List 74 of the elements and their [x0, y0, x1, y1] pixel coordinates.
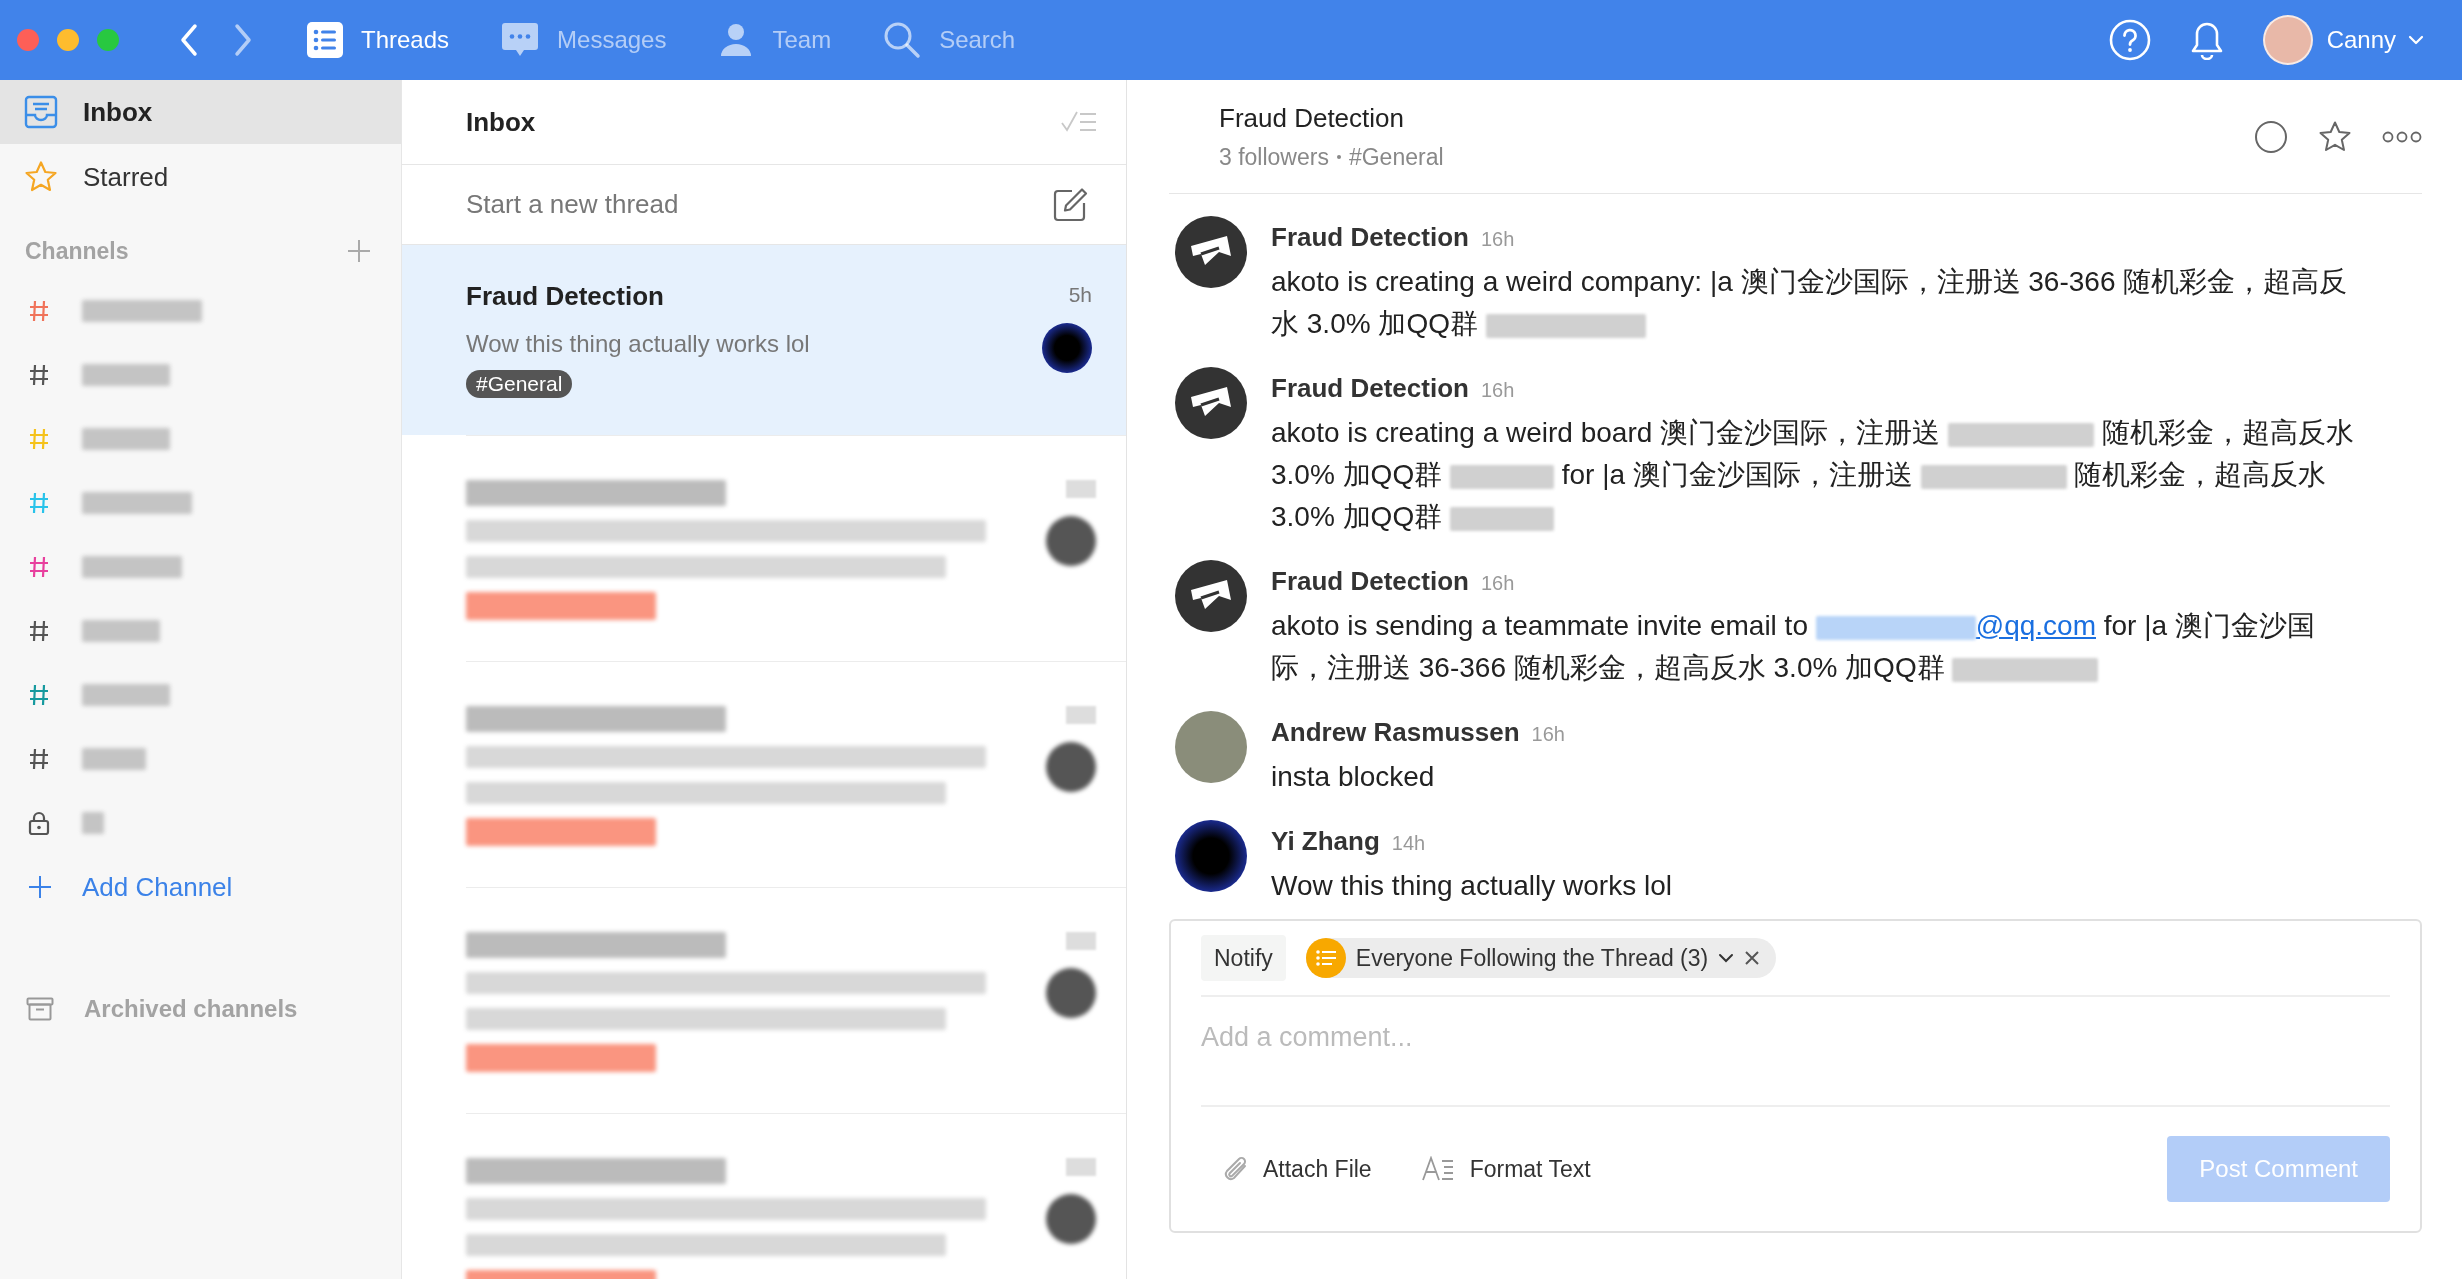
thread-item[interactable]: Fraud Detection Wow this thing actually works lol #General 5h [402, 245, 1126, 435]
blurred-text [82, 748, 146, 770]
notify-label: Notify [1201, 934, 1286, 982]
star-icon [24, 160, 58, 194]
email-link[interactable]: @qq.com [1975, 610, 2096, 641]
blurred-text [1066, 706, 1096, 724]
author-name[interactable]: Fraud Detection [1271, 369, 1469, 408]
message-text: akoto is sending a teammate invite email to @qq.com for |a 澳门金沙国际，注册送 36-366 随机彩金，超高反水 3.0% 加QQ群 [1271, 609, 2316, 685]
logo-avatar-icon [1175, 367, 1247, 439]
zoom-window-button[interactable] [97, 29, 119, 51]
minimize-window-button[interactable] [57, 29, 79, 51]
nav-tab[interactable]: Threads [307, 22, 450, 58]
close-window-button[interactable] [17, 29, 39, 51]
compose-icon[interactable] [1052, 186, 1088, 223]
author-name[interactable]: Andrew Rasmussen [1271, 713, 1520, 752]
thread-title: Fraud Detection [1219, 101, 1405, 135]
thread-preview: Wow this thing actually works lol [466, 329, 811, 359]
add-channel-link[interactable]: Add Channel [0, 855, 401, 919]
avatar-photo[interactable] [2262, 15, 2313, 65]
blurred-avatar [1046, 742, 1096, 792]
list-icon [307, 22, 343, 58]
channel-name[interactable]: #General [1348, 139, 1444, 175]
dot-separator-icon [1336, 155, 1341, 159]
blurred-text [1066, 1158, 1096, 1176]
blurred-text [1066, 932, 1096, 950]
logo-avatar-icon [1175, 560, 1247, 632]
help-icon[interactable] [2108, 19, 2151, 61]
archive-box-icon [26, 997, 54, 1021]
star-icon[interactable] [2318, 119, 2352, 154]
chevron-down-icon[interactable] [1718, 953, 1735, 963]
attach-file-button[interactable]: Attach File [1223, 1151, 1372, 1187]
author-name[interactable]: Fraud Detection [1271, 218, 1469, 257]
sidebar-item[interactable]: Inbox [0, 80, 401, 144]
text-format-icon [1421, 1156, 1454, 1182]
plus-icon [28, 875, 52, 899]
logo-avatar-icon [1175, 216, 1247, 288]
blurred-avatar [1046, 516, 1096, 566]
thread-time: 5h [1068, 282, 1092, 308]
forward-icon[interactable] [233, 23, 253, 57]
blurred-avatar [1046, 1194, 1096, 1244]
comment-composer[interactable]: Notify Everyone Following the Thread (3) Add a comment... Attach File Format Text Post Comment [1169, 919, 2422, 1233]
thread-title: Fraud Detection [466, 280, 665, 313]
more-icon[interactable] [2382, 130, 2422, 143]
message-text: akoto is creating a weird company: |a 澳门金沙国际，注册送 36-366 随机彩金，超高反水 3.0% 加QQ群 [1271, 265, 2349, 341]
list-icon [1305, 938, 1346, 978]
author-name[interactable]: Yi Zhang [1271, 822, 1380, 861]
format-text-button[interactable]: Format Text [1421, 1151, 1591, 1187]
message-time: 16h [1480, 378, 1515, 403]
message-time: 16h [1480, 571, 1515, 596]
message-time: 16h [1531, 722, 1565, 747]
blurred-avatar [1046, 968, 1096, 1018]
follower-count: 3 followers [1219, 142, 1329, 172]
add-icon[interactable] [347, 239, 371, 263]
blurred-text [1066, 480, 1096, 498]
user-name[interactable]: Canny [2326, 22, 2396, 58]
message-time: 16h [1480, 227, 1515, 252]
back-icon[interactable] [179, 23, 199, 57]
inbox-icon [24, 95, 58, 129]
audience-chip[interactable]: Everyone Following the Thread (3) [1305, 938, 1777, 978]
sidebar-item[interactable]: Starred [0, 145, 401, 209]
section-heading: Channels [25, 236, 129, 266]
channel-tag[interactable]: #General [466, 370, 573, 398]
message-text: insta blocked [1271, 760, 1436, 794]
list-title: Inbox [466, 105, 536, 139]
blurred-text [82, 812, 104, 834]
search-icon [883, 21, 922, 59]
close-icon[interactable] [1744, 950, 1761, 966]
message-time: 14h [1391, 831, 1426, 856]
avatar-image [1042, 322, 1092, 373]
message-text: Wow this thing actually works lol [1271, 869, 1672, 903]
audience-label: Everyone Following the Thread (3) [1355, 943, 1709, 973]
circle-icon[interactable] [2254, 119, 2288, 154]
message-text: akoto is creating a weird board 澳门金沙国际，注册送 随机彩金，超高反水 3.0% 加QQ群 for |a 澳门金沙国际，注册送 随机彩金，超高反水 3.0% 加QQ群 [1271, 416, 2355, 534]
author-name[interactable]: Fraud Detection [1271, 562, 1469, 601]
